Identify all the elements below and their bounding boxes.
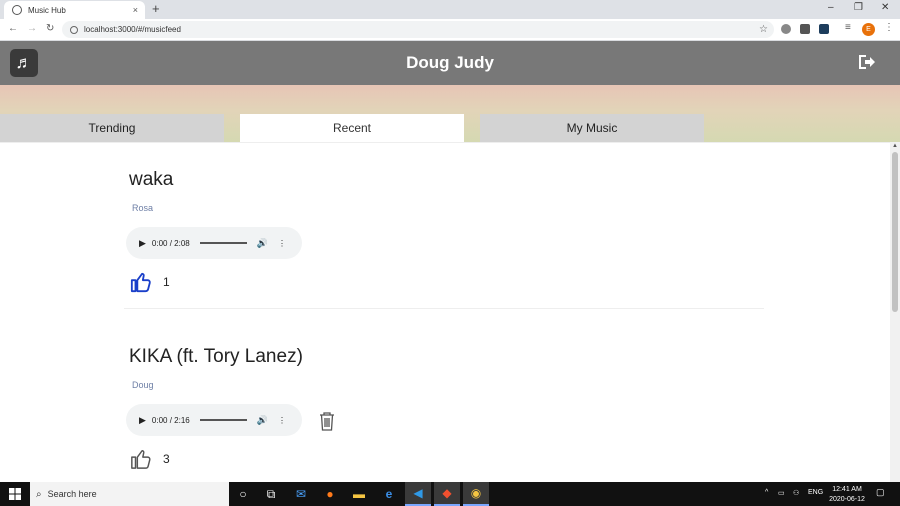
close-window-button[interactable]: ✕	[881, 2, 889, 13]
like-count: 3	[163, 452, 170, 466]
like-row: 1	[130, 271, 170, 293]
clock[interactable]: 12:41 AM 2020-06-12	[823, 485, 871, 505]
close-tab-icon[interactable]: ×	[133, 5, 138, 15]
globe-icon	[12, 5, 22, 15]
audio-time: 0:00 / 2:16	[151, 415, 190, 425]
play-icon[interactable]: ▶	[139, 238, 146, 249]
song-title: KIKA (ft. Tory Lanez)	[129, 346, 303, 367]
taskbar: ⌕ Search here ○ ⧉ ✉ ● ▬ e ◀ ◆ ◉ ^ ▭ ⚇ EN…	[0, 482, 900, 506]
tab-my-music[interactable]: My Music	[480, 114, 704, 142]
network-icon[interactable]: ⚇	[793, 489, 799, 497]
tray-expand-icon[interactable]: ^	[765, 489, 768, 496]
back-icon[interactable]: ←	[8, 23, 18, 34]
file-explorer-icon[interactable]: ▬	[346, 482, 372, 506]
bookmark-star-icon[interactable]: ☆	[759, 24, 768, 35]
clock-date: 2020-06-12	[829, 496, 865, 503]
extension-f-icon[interactable]	[800, 24, 810, 34]
user-name: Doug Judy	[406, 53, 494, 72]
audio-menu-icon[interactable]: ⋮	[278, 239, 286, 248]
audio-progress-bar[interactable]	[199, 242, 247, 244]
task-view-icon[interactable]: ⧉	[258, 482, 284, 506]
forward-icon[interactable]: →	[27, 23, 37, 34]
reload-icon[interactable]: ↻	[46, 23, 54, 34]
like-count: 1	[163, 275, 170, 289]
reading-list-icon[interactable]: ≡	[845, 22, 851, 33]
song-card: KIKA (ft. Tory Lanez) Doug ▶ 0:00 / 2:16…	[124, 346, 764, 469]
extension-react-icon[interactable]	[819, 24, 829, 34]
clock-time: 12:41 AM	[832, 486, 862, 493]
notifications-icon[interactable]: ▢	[876, 487, 885, 498]
restore-button[interactable]: ❐	[854, 2, 863, 13]
app-header: ♬ Doug Judy	[0, 41, 900, 85]
browser-menu-icon[interactable]: ⋮	[884, 22, 894, 33]
chrome-icon[interactable]: ◉	[463, 482, 489, 506]
vscode-icon[interactable]: ◀	[405, 482, 431, 506]
git-icon[interactable]: ◆	[434, 482, 460, 506]
divider	[124, 308, 764, 309]
thumbs-up-icon[interactable]	[130, 271, 152, 293]
play-icon[interactable]: ▶	[139, 415, 146, 426]
language-indicator[interactable]: ENG	[808, 489, 823, 496]
audio-time: 0:00 / 2:08	[151, 238, 190, 248]
site-info-icon[interactable]	[70, 25, 78, 34]
extension-shield-icon[interactable]	[781, 24, 791, 34]
song-title: waka	[129, 169, 174, 190]
feed-tabs: Trending Recent My Music	[0, 114, 900, 142]
url-text[interactable]: localhost:3000/#/musicfeed	[84, 25, 759, 34]
search-placeholder[interactable]: Search here	[48, 489, 97, 499]
new-tab-button[interactable]: +	[152, 1, 160, 16]
logout-icon[interactable]	[856, 52, 876, 72]
volume-icon[interactable]: 🔊	[257, 415, 268, 426]
windows-start-icon[interactable]	[9, 488, 21, 500]
tab-trending[interactable]: Trending	[0, 114, 224, 142]
minimize-button[interactable]: –	[828, 2, 834, 13]
song-artist: Rosa	[132, 203, 154, 213]
browser-toolbar: ← → ↻ localhost:3000/#/musicfeed ☆ ≡ E ⋮	[0, 19, 900, 41]
cortana-icon[interactable]: ○	[230, 482, 256, 506]
scroll-up-icon[interactable]: ▲	[892, 143, 898, 149]
taskbar-search[interactable]: ⌕ Search here	[30, 482, 229, 506]
address-bar[interactable]: localhost:3000/#/musicfeed ☆	[62, 21, 774, 38]
music-feed: waka Rosa ▶ 0:00 / 2:08 🔊 ⋮ 1 KIKA (ft. …	[0, 142, 890, 482]
audio-menu-icon[interactable]: ⋮	[278, 416, 286, 425]
mail-icon[interactable]: ✉	[288, 482, 314, 506]
search-icon: ⌕	[36, 488, 42, 500]
profile-avatar[interactable]: E	[862, 23, 875, 36]
audio-player[interactable]: ▶ 0:00 / 2:08 🔊 ⋮	[126, 227, 302, 259]
browser-tabstrip: Music Hub × + – ❐ ✕	[0, 0, 900, 19]
battery-icon[interactable]: ▭	[778, 489, 785, 497]
browser-tab[interactable]: Music Hub ×	[4, 1, 145, 19]
audio-progress-bar[interactable]	[199, 419, 247, 421]
tab-recent[interactable]: Recent	[240, 114, 464, 142]
thumbs-up-icon[interactable]	[130, 448, 152, 470]
song-card: waka Rosa ▶ 0:00 / 2:08 🔊 ⋮ 1	[124, 169, 764, 309]
scrollbar[interactable]: ▲	[890, 142, 900, 482]
trash-icon[interactable]	[318, 411, 336, 431]
audio-player[interactable]: ▶ 0:00 / 2:16 🔊 ⋮	[126, 404, 302, 436]
firefox-icon[interactable]: ●	[317, 482, 343, 506]
scroll-thumb[interactable]	[892, 152, 898, 312]
edge-icon[interactable]: e	[376, 482, 402, 506]
song-artist: Doug	[132, 380, 154, 390]
like-row: 3	[130, 448, 170, 470]
browser-tab-title: Music Hub	[28, 5, 66, 15]
volume-icon[interactable]: 🔊	[257, 238, 268, 249]
